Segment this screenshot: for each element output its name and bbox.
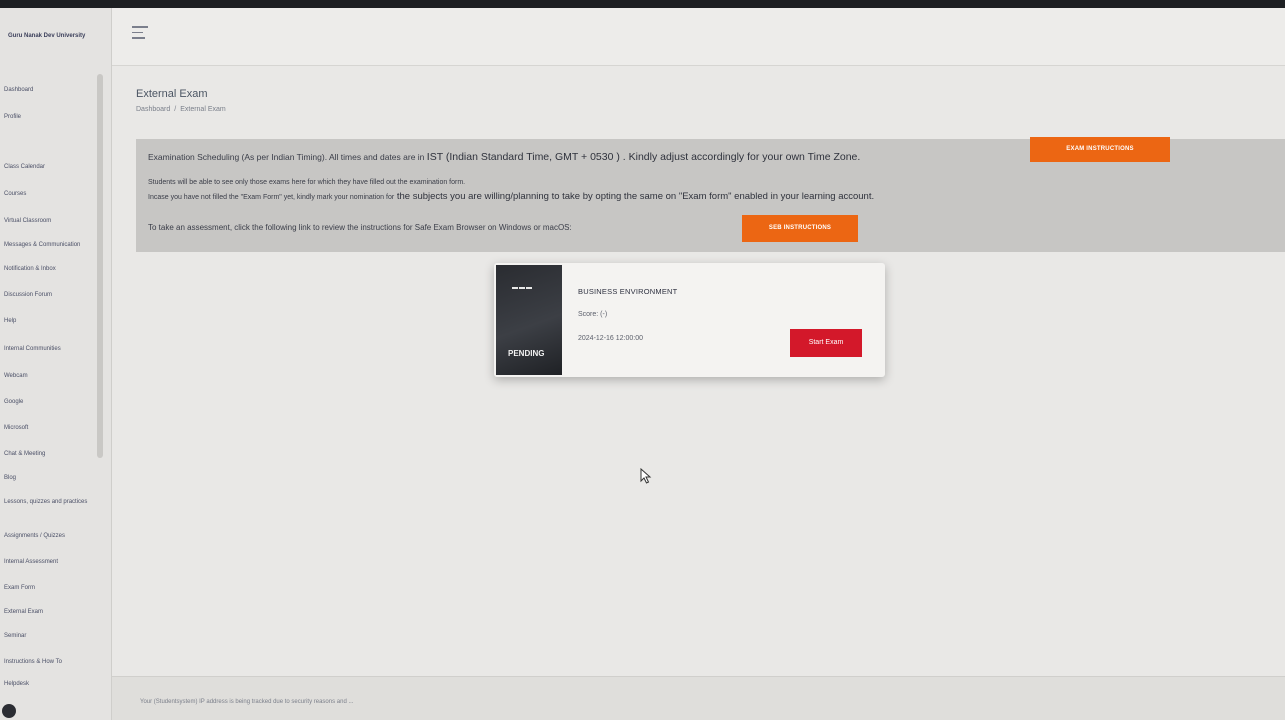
exam-datetime: 2024-12-16 12:00:00 (578, 335, 643, 342)
sidebar-item-profile[interactable]: Profile (4, 113, 100, 121)
sidebar-item-external-exam[interactable]: External Exam (4, 608, 100, 616)
screen: Guru Nanak Dev University Dashboard Prof… (0, 8, 1285, 720)
sidebar-item-dashboard[interactable]: Dashboard (4, 86, 100, 94)
timezone-notice-main: IST (Indian Standard Time, GMT + 0530 ) … (426, 151, 861, 163)
exam-form-notice-prefix: Incase you have not filled the "Exam For… (148, 194, 395, 201)
dash-icon (512, 287, 532, 290)
sidebar-item-lessons[interactable]: Lessons, quizzes and practices (4, 498, 100, 506)
sidebar-item-seminar[interactable]: Seminar (4, 632, 100, 640)
sidebar-item-virtual-classroom[interactable]: Virtual Classroom (4, 217, 100, 225)
sidebar-item-notification[interactable]: Notification & Inbox (4, 265, 100, 273)
sidebar-item-helpdesk[interactable]: Helpdesk (4, 680, 100, 688)
breadcrumb-current: External Exam (180, 106, 226, 113)
exam-card: PENDING BUSINESS ENVIRONMENT Score: (-) … (494, 263, 885, 377)
sidebar-item-internal-communities[interactable]: Internal Communities (4, 345, 100, 353)
sidebar-item-blog[interactable]: Blog (4, 474, 100, 482)
exam-thumbnail: PENDING (496, 265, 562, 375)
exam-info-panel: Examination Scheduling (As per Indian Ti… (136, 137, 1285, 252)
sidebar-item-microsoft[interactable]: Microsoft (4, 424, 100, 432)
sidebar-item-internal-assessment[interactable]: Internal Assessment (4, 558, 100, 566)
profile-dot-icon[interactable] (2, 704, 16, 718)
sidebar-item-google[interactable]: Google (4, 398, 100, 406)
sidebar-item-chat-meeting[interactable]: Chat & Meeting (4, 450, 100, 458)
breadcrumb-separator: / (174, 106, 177, 113)
course-name: BUSINESS ENVIRONMENT (578, 287, 678, 296)
exam-score: Score: (-) (578, 311, 608, 318)
status-badge: PENDING (508, 349, 545, 358)
breadcrumb: Dashboard / External Exam (136, 106, 226, 113)
sidebar-item-exam-form[interactable]: Exam Form (4, 584, 100, 592)
exam-form-notice: Incase you have not filled the "Exam For… (148, 191, 874, 202)
breadcrumb-home-link[interactable]: Dashboard (136, 106, 170, 113)
sidebar-item-assignments[interactable]: Assignments / Quizzes (4, 532, 100, 540)
start-exam-button[interactable]: Start Exam (790, 329, 862, 357)
sidebar-item-webcam[interactable]: Webcam (4, 372, 100, 380)
sidebar-item-help[interactable]: Help (4, 317, 100, 325)
sidebar-item-discussion-forum[interactable]: Discussion Forum (4, 291, 100, 299)
brand-name[interactable]: Guru Nanak Dev University (8, 32, 88, 40)
sidebar: Guru Nanak Dev University Dashboard Prof… (0, 8, 112, 720)
footer-notice: Your (Studentsystem) IP address is being… (140, 699, 354, 705)
footer: Your (Studentsystem) IP address is being… (112, 676, 1285, 720)
mouse-cursor-icon (640, 468, 652, 484)
timezone-notice: Examination Scheduling (As per Indian Ti… (148, 151, 860, 163)
exam-form-notice-main: the subjects you are willing/planning to… (396, 191, 875, 202)
exam-instructions-button[interactable]: EXAM INSTRUCTIONS (1030, 137, 1170, 162)
sidebar-item-courses[interactable]: Courses (4, 190, 100, 198)
top-bar (112, 8, 1285, 66)
page-title: External Exam (136, 88, 208, 100)
sidebar-item-instructions[interactable]: Instructions & How To (4, 658, 100, 666)
sidebar-item-class-calendar[interactable]: Class Calendar (4, 163, 100, 171)
hamburger-menu-icon[interactable] (132, 26, 148, 42)
exam-visibility-notice: Students will be able to see only those … (148, 179, 466, 186)
timezone-notice-prefix: Examination Scheduling (As per Indian Ti… (148, 152, 425, 162)
seb-notice: To take an assessment, click the followi… (148, 223, 572, 232)
sidebar-item-messages[interactable]: Messages & Communication (4, 241, 100, 249)
seb-instructions-button[interactable]: SEB INSTRUCTIONS (742, 215, 858, 242)
